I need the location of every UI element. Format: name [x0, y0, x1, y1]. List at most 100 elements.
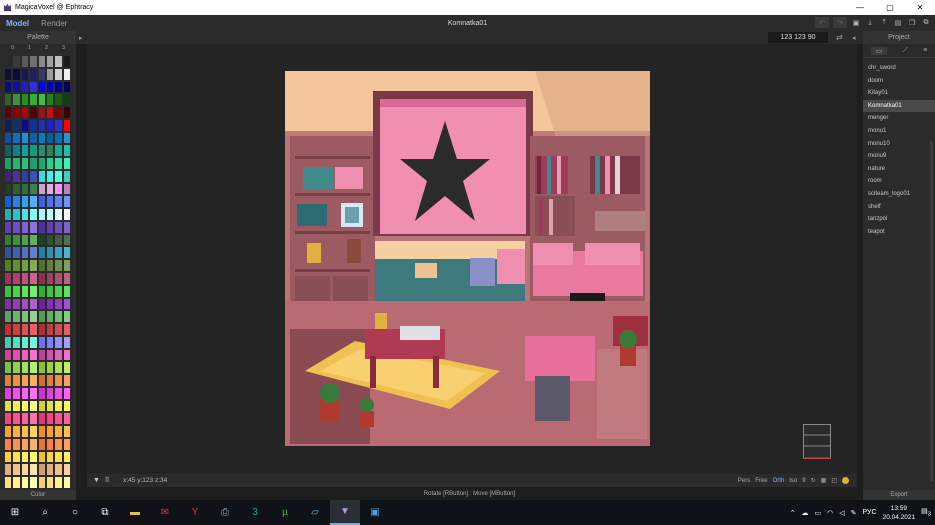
palette-swatch[interactable]: [62, 450, 71, 464]
palette-swatch[interactable]: [12, 348, 21, 362]
palette-swatch[interactable]: [20, 131, 30, 145]
palette-swatch[interactable]: [29, 425, 38, 438]
palette-swatch[interactable]: [12, 463, 21, 477]
palette-swatch[interactable]: [12, 297, 21, 311]
palette-swatch[interactable]: [62, 374, 71, 387]
palette-swatch[interactable]: [12, 118, 21, 132]
palette-swatch[interactable]: [45, 144, 55, 158]
palette-swatch[interactable]: [37, 323, 46, 336]
clock[interactable]: 13:59 20.04.2021: [883, 504, 916, 522]
folder-icon[interactable]: ▭: [870, 46, 888, 55]
palette-swatch[interactable]: [12, 271, 21, 285]
palette-swatch[interactable]: [62, 220, 71, 234]
maximize-button[interactable]: ▢: [875, 0, 905, 15]
palette-swatch[interactable]: [4, 259, 13, 272]
palette-swatch[interactable]: [29, 361, 38, 375]
palette-swatch[interactable]: [20, 118, 30, 132]
app-3-icon[interactable]: 3: [240, 500, 270, 525]
palette-swatch[interactable]: [62, 55, 71, 68]
palette-swatch[interactable]: [20, 106, 30, 119]
printer-icon[interactable]: ⎙: [210, 500, 240, 525]
palette-swatch[interactable]: [37, 259, 46, 272]
magicavoxel-taskbar-icon[interactable]: ▼: [330, 500, 360, 525]
palette-swatch[interactable]: [45, 361, 55, 375]
palette-swatch[interactable]: [29, 118, 38, 132]
palette-swatch[interactable]: [4, 271, 13, 285]
palette-swatch[interactable]: [54, 271, 63, 285]
palette-swatch[interactable]: [20, 93, 30, 107]
palette-swatch[interactable]: [54, 131, 63, 145]
palette-swatch[interactable]: [20, 246, 30, 260]
palette-swatch[interactable]: [4, 310, 13, 324]
palette-swatch[interactable]: [4, 169, 13, 183]
pen-icon[interactable]: ✎: [851, 509, 857, 517]
expand-right-icon[interactable]: ◂: [852, 34, 856, 42]
brush-icon[interactable]: ⟋: [903, 47, 908, 55]
palette-swatch[interactable]: [54, 348, 63, 362]
palette-swatch[interactable]: [45, 437, 55, 451]
search-icon[interactable]: ⌕: [30, 500, 60, 525]
palette-swatch[interactable]: [20, 271, 30, 285]
palette-swatch[interactable]: [37, 476, 46, 489]
palette-swatch[interactable]: [29, 412, 38, 426]
palette-swatch[interactable]: [12, 425, 21, 438]
undo-icon[interactable]: ↶: [815, 17, 829, 28]
palette-swatch[interactable]: [54, 323, 63, 336]
rotate-icon[interactable]: ↻: [811, 477, 816, 484]
palette-swatch[interactable]: [20, 169, 30, 183]
project-item[interactable]: monu9: [863, 150, 935, 163]
dimension-readout[interactable]: 123 123 90: [768, 32, 828, 43]
palette-swatch[interactable]: [54, 246, 63, 260]
palette-swatch[interactable]: [29, 246, 38, 260]
palette-swatch[interactable]: [62, 297, 71, 311]
palette-swatch[interactable]: [12, 437, 21, 451]
project-item[interactable]: Komnatka01: [863, 99, 935, 113]
palette-swatch[interactable]: [4, 246, 13, 260]
sun-icon[interactable]: [842, 477, 849, 484]
mode-orth[interactable]: Orth: [773, 478, 785, 484]
palette-swatch[interactable]: [12, 67, 21, 81]
palette-swatch[interactable]: [62, 106, 71, 119]
palette-swatch[interactable]: [37, 310, 46, 324]
export-icon[interactable]: ⤒: [879, 17, 889, 28]
palette-swatch[interactable]: [62, 93, 71, 107]
palette-swatch[interactable]: [45, 169, 55, 183]
palette-swatch[interactable]: [37, 195, 46, 209]
palette-swatch[interactable]: [29, 335, 38, 349]
palette-swatch[interactable]: [45, 118, 55, 132]
file-explorer-icon[interactable]: ▬: [120, 500, 150, 525]
palette-swatch[interactable]: [62, 144, 71, 158]
palette-swatch[interactable]: [54, 284, 63, 298]
palette-swatch[interactable]: [12, 106, 21, 119]
palette-swatch[interactable]: [62, 412, 71, 426]
project-item[interactable]: chr_sword: [863, 62, 935, 75]
palette-swatch[interactable]: [37, 67, 46, 81]
palette-swatch[interactable]: [37, 131, 46, 145]
voxel-room-scene[interactable]: [285, 71, 650, 446]
palette-swatch[interactable]: [4, 450, 13, 464]
palette-swatch[interactable]: [4, 297, 13, 311]
palette-swatch[interactable]: [20, 157, 30, 170]
palette-swatch[interactable]: [29, 233, 38, 247]
palette-swatch[interactable]: [54, 399, 63, 413]
palette-swatch[interactable]: [62, 246, 71, 260]
project-item[interactable]: sciteam_logo01: [863, 188, 935, 201]
palette-swatch[interactable]: [62, 323, 71, 336]
palette-swatch[interactable]: [62, 131, 71, 145]
palette-swatch[interactable]: [37, 106, 46, 119]
redo-icon[interactable]: ↷: [833, 17, 847, 28]
palette-swatch[interactable]: [12, 399, 21, 413]
palette-swatch[interactable]: [45, 412, 55, 426]
palette-swatch[interactable]: [54, 361, 63, 375]
palette-swatch[interactable]: [29, 80, 38, 94]
palette-swatch[interactable]: [12, 220, 21, 234]
palette-swatch[interactable]: [20, 259, 30, 272]
palette-swatch[interactable]: [12, 386, 21, 400]
mode-iso[interactable]: Iso: [789, 478, 797, 484]
palette-swatch[interactable]: [4, 80, 13, 94]
palette-swatch[interactable]: [45, 463, 55, 477]
palette-swatch[interactable]: [54, 450, 63, 464]
count-value[interactable]: 9: [802, 478, 805, 484]
palette-swatch[interactable]: [62, 425, 71, 438]
palette-swatch[interactable]: [37, 157, 46, 170]
